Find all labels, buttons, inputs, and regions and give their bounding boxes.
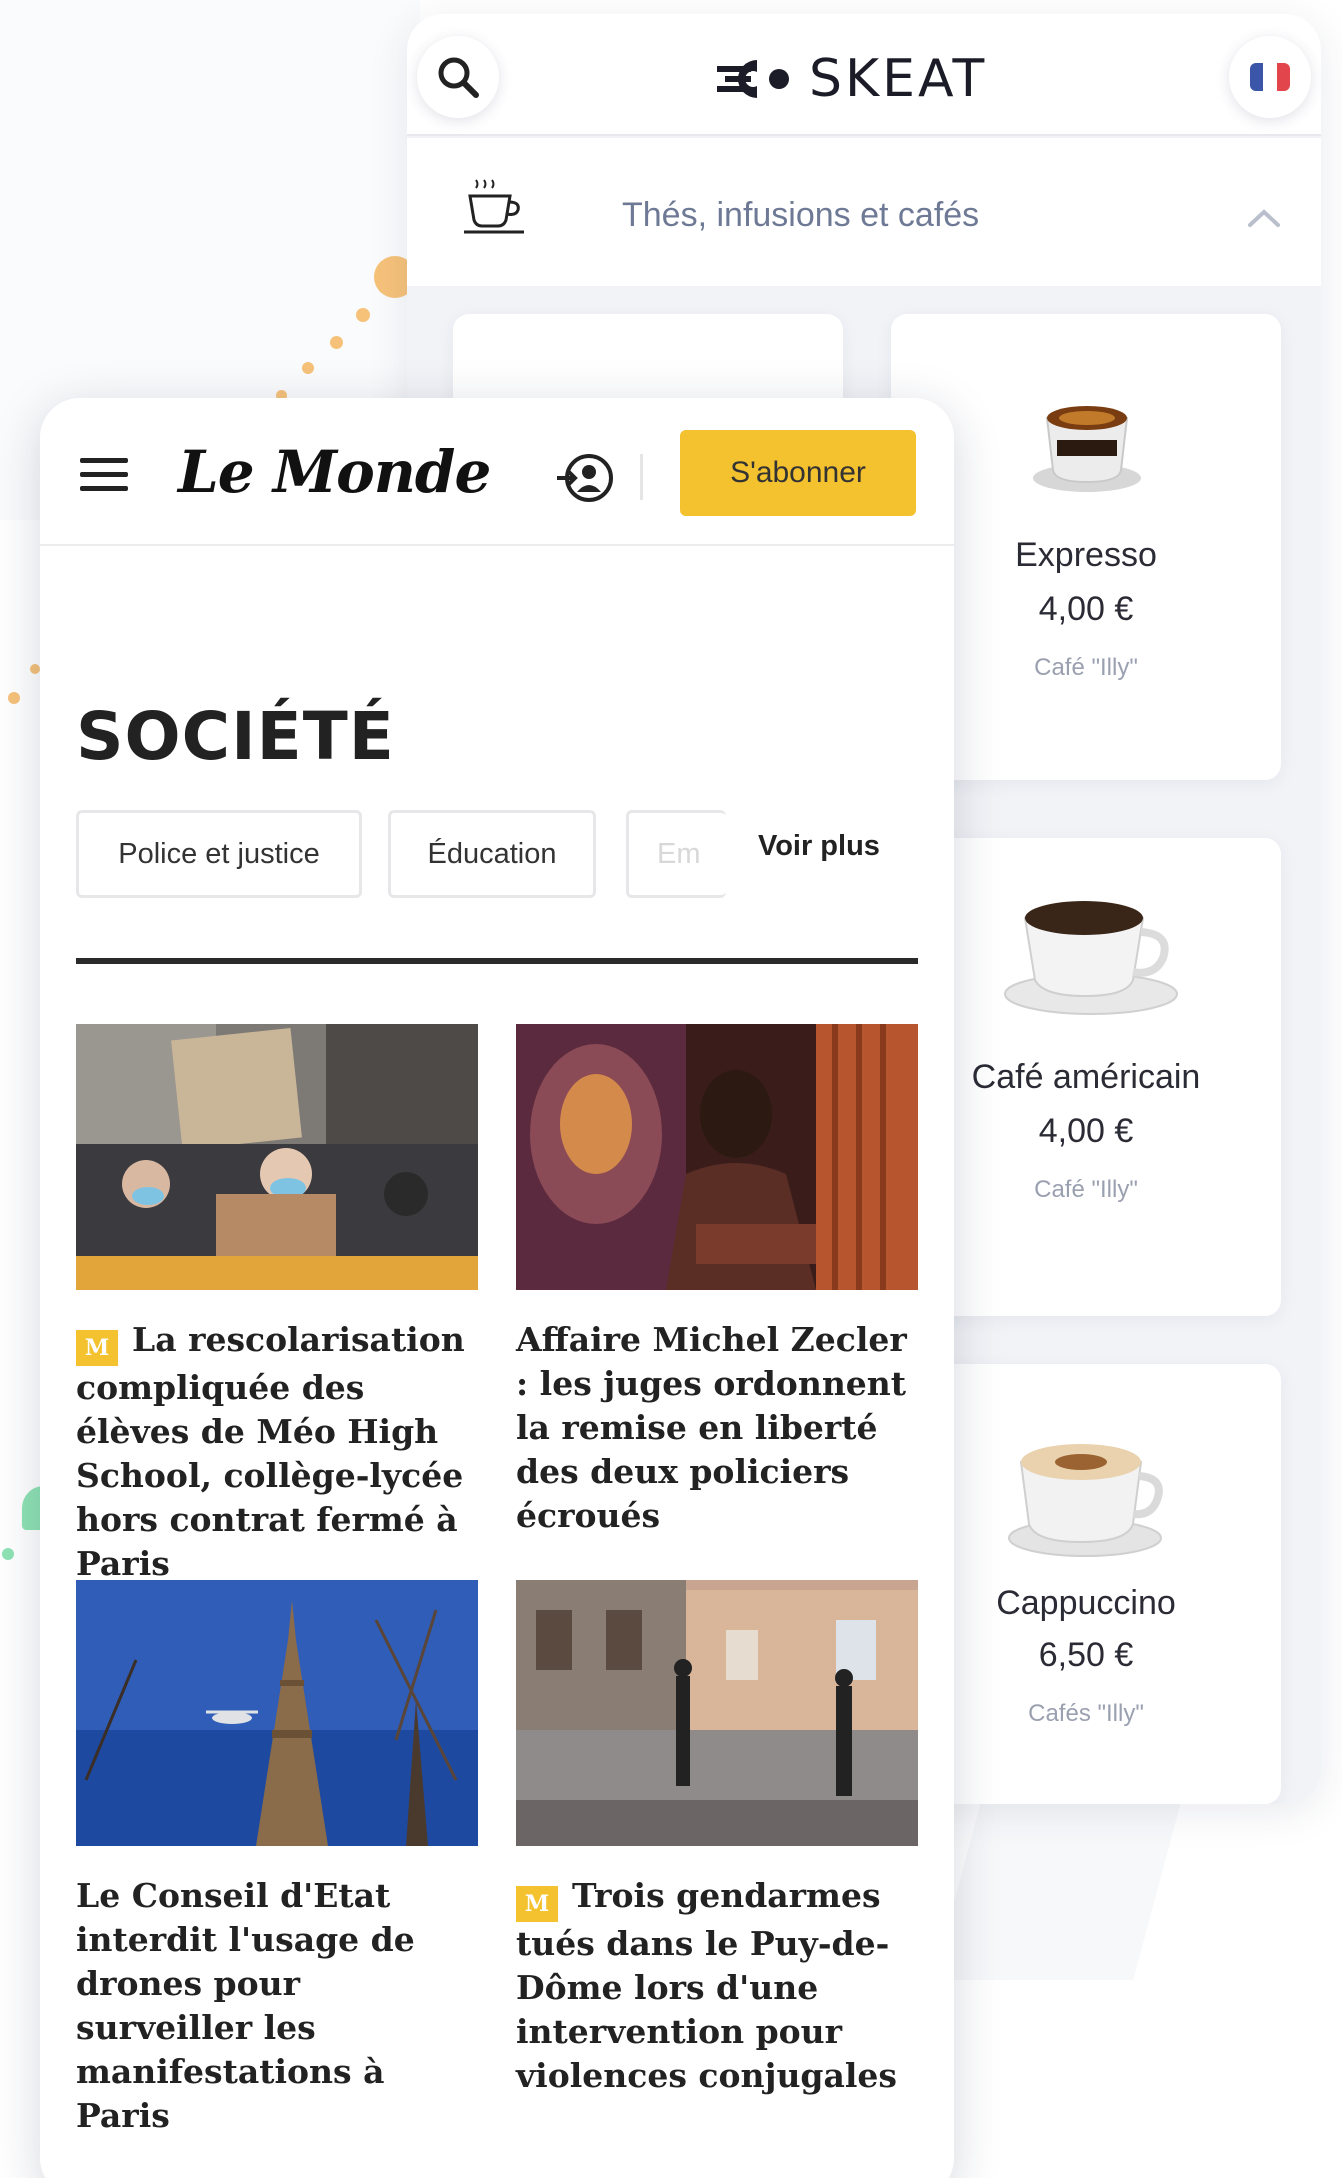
article-title[interactable]: Affaire Michel Zecler : les juges ordonn… xyxy=(516,1318,926,1538)
coffee-cup-icon xyxy=(1033,406,1141,492)
lemonde-app-screen: Le Monde S'abonner SOCIÉTÉ Police et jus… xyxy=(40,398,954,2178)
coffee-cup-icon xyxy=(1008,1444,1163,1557)
french-flag-icon xyxy=(1250,63,1290,91)
lemonde-header: Le Monde S'abonner xyxy=(40,398,954,546)
protest-photo xyxy=(76,1024,478,1290)
article-title[interactable]: M Trois gendarmes tués dans le Puy-de-Dôm… xyxy=(516,1874,926,2098)
chip-police-justice[interactable]: Police et justice xyxy=(76,810,362,898)
gendarmes-photo xyxy=(516,1580,918,1846)
chip-truncated[interactable]: Em xyxy=(626,810,726,898)
background-shape xyxy=(933,1780,1187,1980)
article-image[interactable] xyxy=(516,1580,918,1846)
article-image[interactable] xyxy=(76,1580,478,1846)
account-login-icon[interactable] xyxy=(555,448,615,508)
search-icon xyxy=(438,57,479,98)
portrait-photo xyxy=(516,1024,918,1290)
lemonde-logo[interactable]: Le Monde xyxy=(178,438,491,506)
premium-badge: M xyxy=(76,1330,118,1366)
skeat-logo: SKEAT xyxy=(717,48,987,110)
coffee-cup-icon xyxy=(1004,901,1178,1015)
chip-education[interactable]: Éducation xyxy=(388,810,596,898)
header-divider xyxy=(640,454,643,500)
article-title[interactable]: M La rescolarisation compliquée des élève… xyxy=(76,1318,486,1586)
chevron-up-icon[interactable] xyxy=(1247,208,1281,228)
skeat-brand-name: SKEAT xyxy=(809,49,988,109)
subscribe-button[interactable]: S'abonner xyxy=(680,430,916,516)
section-title: SOCIÉTÉ xyxy=(76,698,395,775)
skeat-header: SKEAT xyxy=(407,14,1321,136)
search-button[interactable] xyxy=(417,36,499,118)
section-divider xyxy=(76,958,918,964)
skeat-logo-icon xyxy=(717,60,789,98)
premium-badge: M xyxy=(516,1886,558,1922)
see-more-link[interactable]: Voir plus xyxy=(758,830,880,863)
category-title: Thés, infusions et cafés xyxy=(622,196,980,234)
article-title[interactable]: Le Conseil d'Etat interdit l'usage de dr… xyxy=(76,1874,486,2138)
article-image[interactable] xyxy=(516,1024,918,1290)
menu-icon[interactable] xyxy=(80,458,128,492)
coffee-cup-icon xyxy=(464,179,524,234)
category-header[interactable]: Thés, infusions et cafés xyxy=(407,138,1321,286)
article-image[interactable] xyxy=(76,1024,478,1290)
eiffel-tower-photo xyxy=(76,1580,478,1846)
language-button[interactable] xyxy=(1229,36,1311,118)
